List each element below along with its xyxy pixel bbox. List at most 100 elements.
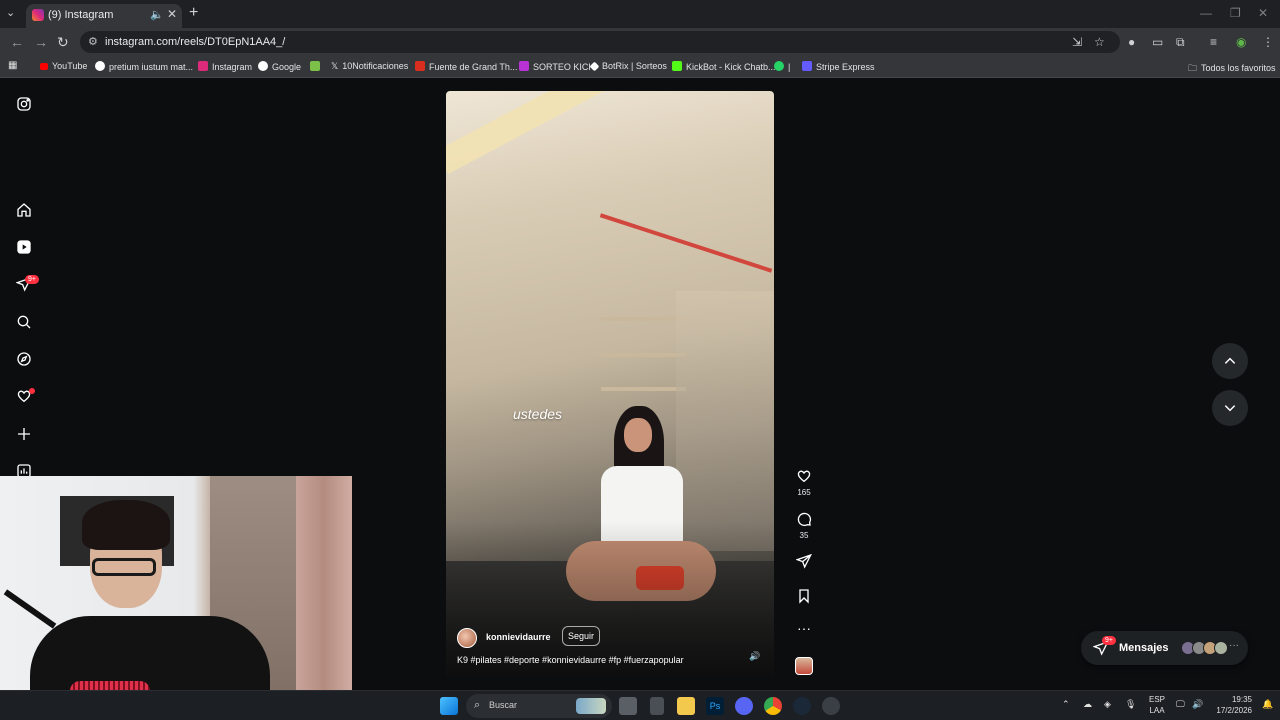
lang-bottom: LAA — [1149, 706, 1165, 715]
browser-menu-icon[interactable]: ⋮ — [1262, 35, 1274, 49]
url-text[interactable]: instagram.com/reels/DT0EpN1AA4_/ — [105, 36, 285, 48]
more-options-icon[interactable]: ··· — [795, 621, 813, 635]
volume-icon[interactable]: 🔊 — [749, 651, 760, 662]
back-button[interactable]: ← — [10, 34, 24, 50]
all-bookmarks-folder[interactable]: 🗀 Todos los favoritos — [1188, 61, 1276, 77]
messages-button[interactable]: 9+ Mensajes ··· — [1081, 631, 1248, 665]
instagram-logo-icon[interactable] — [16, 96, 32, 112]
author-username[interactable]: konnievidaurre — [486, 632, 551, 642]
bookmarks-bar: ▦ YouTube pretium iustum mat... Instagra… — [0, 56, 1280, 78]
volume-icon[interactable]: 🔊 — [1192, 699, 1203, 710]
bookmark-label: 10Notificaciones — [342, 61, 409, 71]
address-bar[interactable]: ⚙ instagram.com/reels/DT0EpN1AA4_/ — [80, 31, 1120, 53]
author-avatar[interactable] — [457, 628, 477, 648]
audio-thumbnail[interactable] — [795, 657, 813, 675]
shelf — [601, 387, 686, 391]
maximize-button[interactable]: ❐ — [1230, 6, 1241, 20]
close-window-button[interactable]: ✕ — [1258, 6, 1268, 20]
forward-button[interactable]: → — [34, 34, 48, 50]
chevron-down-icon — [1224, 405, 1236, 412]
bookmark-pretium[interactable]: pretium iustum mat... — [95, 61, 193, 72]
taskbar-search[interactable]: ⌕ Buscar — [466, 694, 612, 718]
task-view-icon[interactable] — [619, 697, 637, 715]
bookmark-kickbot[interactable]: KickBot - Kick Chatb... — [672, 61, 776, 72]
messages-badge: 9+ — [1102, 636, 1116, 645]
bookmark-label: Fuente de Grand Th... — [429, 62, 518, 72]
home-icon[interactable] — [16, 202, 32, 218]
next-reel-button[interactable] — [1212, 390, 1248, 426]
stripe-icon — [802, 61, 812, 71]
bookmark-google[interactable]: Google — [258, 61, 301, 72]
extensions-puzzle-icon[interactable]: ⧉ — [1176, 35, 1185, 50]
extension-icon[interactable]: ● — [1128, 35, 1135, 49]
activity-dot — [29, 388, 35, 394]
bottom-gradient — [446, 521, 774, 675]
bookmark-colorful[interactable] — [310, 61, 324, 72]
chrome-icon[interactable] — [764, 697, 782, 715]
steam-icon[interactable] — [793, 697, 811, 715]
avatar — [1214, 641, 1228, 655]
minimize-button[interactable]: — — [1200, 6, 1212, 20]
youtube-icon — [40, 63, 48, 70]
bookmark-stripe[interactable]: Stripe Express — [802, 61, 875, 72]
tab-audio-icon[interactable]: 🔈 — [150, 8, 164, 21]
google-icon — [258, 61, 268, 71]
apps-grid-icon[interactable]: ▦ — [8, 60, 17, 71]
file-explorer-icon[interactable] — [677, 697, 695, 715]
bookmark-sorteo-kick[interactable]: SORTEO KICK — [519, 61, 594, 72]
browser-tab[interactable]: (9) Instagram 🔈 ✕ — [26, 4, 182, 28]
new-tab-button[interactable]: + — [189, 4, 198, 22]
search-highlight-image — [576, 698, 606, 714]
share-icon[interactable] — [795, 553, 813, 574]
create-plus-icon[interactable] — [16, 426, 32, 442]
bookmark-grand-theft[interactable]: Fuente de Grand Th... — [415, 61, 517, 72]
browser-tab-bar: ⌄ (9) Instagram 🔈 ✕ + — ❐ ✕ — [0, 0, 1280, 28]
comment-icon[interactable] — [795, 511, 813, 532]
bookmark-whatsapp[interactable]: | — [774, 61, 790, 72]
bookmark-instagram[interactable]: Instagram — [198, 61, 252, 72]
bookmark-notificaciones[interactable]: 𝕏 10Notificaciones — [331, 61, 408, 72]
reading-list-icon[interactable]: ≡ — [1210, 35, 1217, 49]
browser-toolbar: ← → ↻ ⚙ instagram.com/reels/DT0EpN1AA4_/… — [0, 28, 1280, 56]
reel-video[interactable]: ustedes konnievidaurre Seguir K9 #pilate… — [446, 91, 774, 675]
reload-button[interactable]: ↻ — [57, 34, 69, 51]
app-icon[interactable] — [650, 697, 664, 715]
bookmark-label: YouTube — [52, 61, 88, 71]
tab-close-icon[interactable]: ✕ — [167, 7, 177, 21]
previous-reel-button[interactable] — [1212, 343, 1248, 379]
lang-top: ESP — [1148, 695, 1165, 704]
notifications-bell-icon[interactable]: 🔔 — [1262, 699, 1273, 710]
discord-icon[interactable] — [735, 697, 753, 715]
date: 17/2/2026 — [1216, 706, 1252, 715]
install-app-icon[interactable]: ⇲ — [1072, 35, 1082, 49]
reel-caption[interactable]: K9 #pilates #deporte #konnievidaurre #fp… — [457, 655, 684, 665]
app-icon[interactable] — [822, 697, 840, 715]
follow-button[interactable]: Seguir — [562, 626, 601, 646]
like-heart-icon[interactable] — [795, 468, 813, 489]
explore-compass-icon[interactable] — [16, 351, 32, 367]
instagram-icon — [198, 61, 208, 71]
clock[interactable]: 19:35 17/2/2026 — [1210, 694, 1252, 716]
more-avatars-icon: ··· — [1229, 640, 1239, 651]
bookmark-star-icon[interactable]: ☆ — [1094, 35, 1105, 49]
bookmark-label: Todos los favoritos — [1201, 63, 1276, 73]
save-bookmark-icon[interactable] — [795, 588, 813, 609]
bookmark-botrix[interactable]: BotRix | Sorteos — [589, 61, 667, 72]
network-icon[interactable]: 🖵 — [1176, 699, 1185, 710]
tray-overflow-icon[interactable]: ⌃ — [1062, 699, 1070, 710]
windows-start-icon[interactable] — [440, 697, 458, 715]
profile-avatar[interactable]: ◉ — [1236, 35, 1246, 49]
diamond-icon — [589, 61, 600, 72]
tab-search-icon[interactable]: ⌄ — [6, 6, 15, 19]
photoshop-icon[interactable]: Ps — [706, 697, 724, 715]
likes-count: 165 — [797, 488, 811, 497]
tray-app-icon[interactable]: ◈ — [1104, 699, 1111, 710]
microphone-icon[interactable]: 🎙 — [1125, 699, 1136, 710]
tray-app-icon[interactable]: ☁ — [1083, 699, 1092, 710]
extension-icon[interactable]: ▭ — [1152, 35, 1163, 49]
search-icon[interactable] — [16, 314, 32, 330]
site-info-icon[interactable]: ⚙ — [88, 35, 98, 48]
language-indicator[interactable]: ESP LAA — [1146, 694, 1168, 716]
bookmark-youtube[interactable]: YouTube — [40, 61, 87, 71]
reels-icon[interactable] — [16, 239, 32, 255]
